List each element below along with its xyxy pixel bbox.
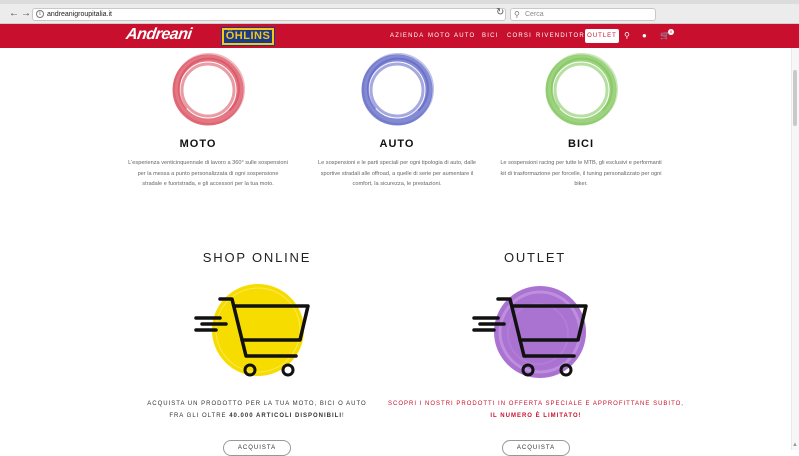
andreani-logo[interactable]: Andreani (125, 26, 193, 44)
search-icon: ⚲ (514, 10, 520, 19)
tab-strip (0, 0, 799, 4)
reload-icon[interactable]: ↻ (496, 7, 504, 18)
shop-acquista-button[interactable]: ACQUISTA (223, 440, 291, 456)
desc-line: kit di trasformazione per forcelle, il t… (500, 170, 662, 177)
scroll-down-icon[interactable]: ▲ (792, 442, 798, 448)
desc-line: L'esperienza venticinquennale di lavoro … (128, 160, 288, 166)
desc-line: stradale e fuoristrada, e gli accessori … (142, 181, 274, 187)
shop-line-2-pre: FRA GLI OLTRE (169, 413, 230, 419)
auto-ring-icon (361, 53, 434, 126)
desc-line: biker. (574, 181, 588, 187)
url-text: andreanigroupitalia.it (47, 11, 112, 18)
category-title-moto[interactable]: MOTO (98, 138, 298, 150)
address-bar[interactable]: i andreanigroupitalia.it (32, 8, 506, 21)
shop-description: ACQUISTA UN PRODOTTO PER LA TUA MOTO, BI… (97, 398, 417, 422)
outlet-line-1: SCOPRI I NOSTRI PRODOTTI IN OFFERTA SPEC… (388, 401, 684, 407)
shop-line-2-post: ! (342, 413, 345, 419)
outlet-cart-icon (472, 286, 588, 378)
category-title-bici[interactable]: BICI (481, 138, 681, 150)
category-desc-bici: Le sospensioni racing per tutte le MTB, … (486, 158, 676, 190)
shop-line-2-bold: 40.000 ARTICOLI DISPONIBILI (229, 413, 343, 419)
nav-item-rivenditori[interactable]: RIVENDITORI (536, 33, 588, 39)
search-placeholder: Cerca (525, 11, 544, 18)
desc-line: Le sospensioni racing per tutte le MTB, … (500, 160, 662, 166)
shop-online-title: SHOP ONLINE (202, 250, 312, 265)
desc-line: sportive stradali alle offroad, a quelle… (320, 170, 474, 177)
shop-line-2: FRA GLI OLTRE 40.000 ARTICOLI DISPONIBIL… (97, 410, 417, 422)
desc-line: comfort, la sicurezza, le prestazioni. (352, 181, 442, 187)
nav-item-bici[interactable]: BICI (482, 33, 498, 39)
ohlins-logo[interactable]: ÖHLINS (221, 27, 275, 46)
bici-ring-icon (545, 53, 618, 126)
shop-cart-icon (194, 284, 310, 377)
nav-item-outlet[interactable]: OUTLET (585, 29, 619, 43)
cart-count-badge: 0 (668, 29, 674, 35)
nav-item-moto[interactable]: MOTO (428, 33, 451, 39)
info-icon[interactable]: i (36, 10, 44, 18)
desc-line: Le sospensioni e le parti speciali per o… (318, 160, 476, 166)
category-desc-auto: Le sospensioni e le parti speciali per o… (302, 158, 492, 190)
search-icon[interactable]: ⚲ (624, 31, 630, 40)
browser-toolbar: ← → i andreanigroupitalia.it ↻ ⚲ Cerca (0, 0, 799, 24)
nav-item-azienda[interactable]: AZIENDA (390, 33, 424, 39)
back-icon[interactable]: ← (8, 8, 20, 20)
user-icon[interactable]: ● (642, 31, 647, 40)
category-title-auto[interactable]: AUTO (297, 138, 497, 150)
moto-ring-icon (172, 53, 245, 126)
scrollbar-thumb[interactable] (793, 70, 797, 126)
outlet-line-2: IL NUMERO È LIMITATO! (490, 413, 582, 419)
category-desc-moto: L'esperienza venticinquennale di lavoro … (113, 158, 303, 190)
ohlins-logo-text: ÖHLINS (224, 30, 272, 43)
outlet-title: OUTLET (503, 250, 567, 265)
outlet-description: SCOPRI I NOSTRI PRODOTTI IN OFFERTA SPEC… (376, 398, 696, 422)
outlet-acquista-button[interactable]: ACQUISTA (502, 440, 570, 456)
desc-line: per la messa a punto personalizzata di o… (137, 170, 279, 177)
shop-line-1: ACQUISTA UN PRODOTTO PER LA TUA MOTO, BI… (147, 401, 367, 407)
forward-icon[interactable]: → (20, 8, 32, 20)
browser-search-input[interactable]: ⚲ Cerca (510, 8, 656, 21)
nav-item-corsi[interactable]: CORSI (507, 33, 532, 39)
nav-item-auto[interactable]: AUTO (454, 33, 475, 39)
